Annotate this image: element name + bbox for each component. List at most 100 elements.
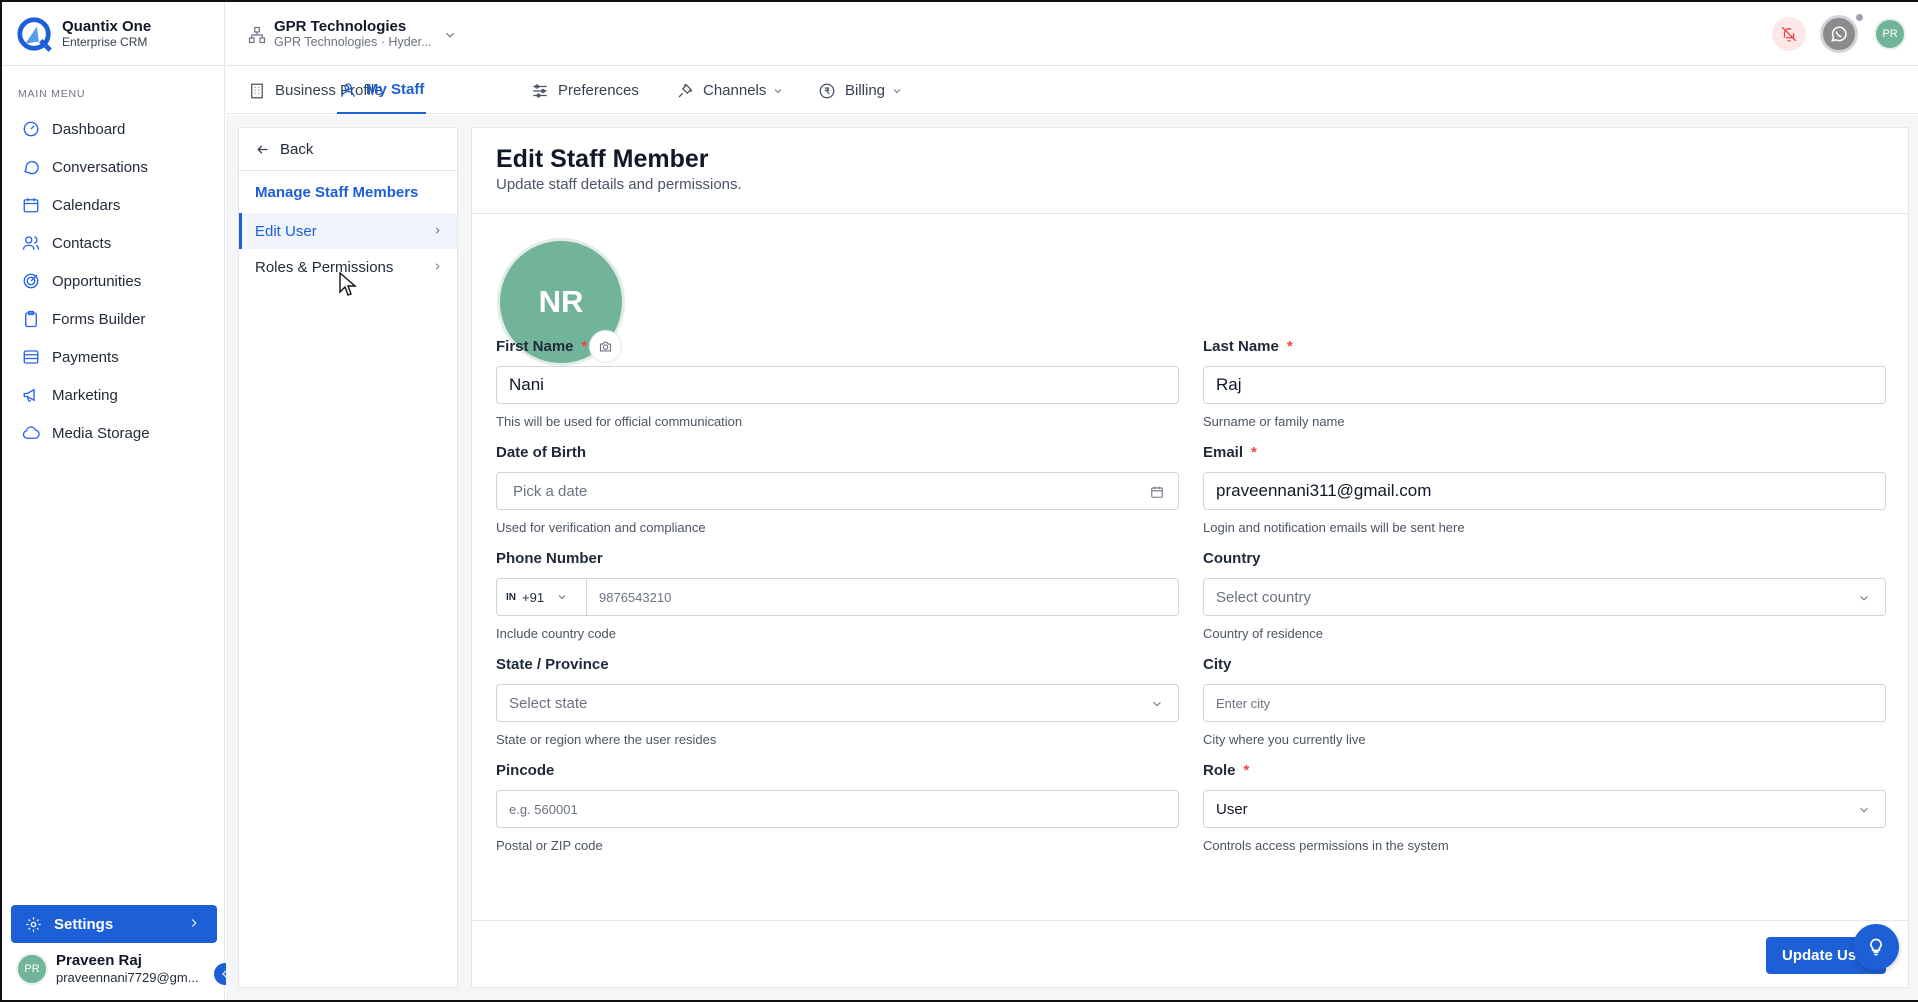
role-select[interactable]: User bbox=[1203, 790, 1886, 828]
calendar-icon bbox=[1151, 486, 1163, 498]
city-input[interactable]: Enter city bbox=[1203, 684, 1886, 722]
organization-switcher[interactable]: GPR Technologies GPR Technologies · Hyde… bbox=[248, 18, 457, 49]
tab-channels[interactable]: Channels bbox=[676, 67, 784, 114]
pincode-input[interactable]: e.g. 560001 bbox=[496, 790, 1179, 828]
org-subtitle: GPR Technologies · Hyder... bbox=[274, 35, 432, 49]
label-text: Role bbox=[1203, 762, 1236, 779]
sidebar-item-media-storage[interactable]: Media Storage bbox=[2, 414, 224, 452]
country-flag: IN bbox=[506, 591, 516, 603]
submenu-item-edit-user[interactable]: Edit User bbox=[239, 213, 457, 249]
country-label: Country bbox=[1203, 550, 1261, 567]
users-icon bbox=[22, 236, 40, 250]
select-placeholder: Select state bbox=[509, 694, 588, 712]
dob-label: Date of Birth bbox=[496, 444, 586, 461]
sidebar-item-contacts[interactable]: Contacts bbox=[2, 224, 224, 262]
input-value: Raj bbox=[1216, 375, 1242, 394]
whatsapp-button[interactable] bbox=[1820, 15, 1858, 53]
tab-label: My Staff bbox=[366, 81, 425, 98]
dob-picker[interactable]: Pick a date bbox=[496, 472, 1179, 510]
megaphone-icon bbox=[23, 388, 35, 402]
tab-billing[interactable]: Billing bbox=[818, 67, 903, 114]
chevron-down-icon bbox=[558, 595, 566, 600]
edit-staff-card: Edit Staff Member Update staff details a… bbox=[471, 127, 1909, 988]
phone-input-group: IN +91 9876543210 bbox=[496, 578, 1179, 616]
last-name-field: Last Name * Raj Surname or family name bbox=[1203, 338, 1886, 429]
sidebar-item-marketing[interactable]: Marketing bbox=[2, 376, 224, 414]
plug-icon bbox=[678, 83, 693, 97]
sidebar-item-opportunities[interactable]: Opportunities bbox=[2, 262, 224, 300]
input-placeholder: Enter city bbox=[1216, 695, 1271, 711]
email-input[interactable]: praveennani311@gmail.com bbox=[1203, 472, 1886, 510]
back-label: Back bbox=[280, 140, 314, 158]
sidebar-item-payments[interactable]: Payments bbox=[2, 338, 224, 376]
sidebar-item-label: Forms Builder bbox=[52, 310, 146, 328]
submenu-label: Edit User bbox=[255, 222, 317, 240]
org-name: GPR Technologies bbox=[274, 18, 407, 35]
state-help: State or region where the user resides bbox=[496, 732, 717, 747]
sidebar-item-label: Opportunities bbox=[52, 272, 142, 290]
email-label: Email * bbox=[1203, 444, 1886, 466]
input-value: Nani bbox=[509, 375, 544, 394]
label-text: Email bbox=[1203, 444, 1244, 461]
state-select[interactable]: Select state bbox=[496, 684, 1179, 722]
select-placeholder: Select country bbox=[1216, 588, 1312, 606]
top-bar: GPR Technologies GPR Technologies · Hyde… bbox=[226, 2, 1918, 66]
sidebar-item-label: Marketing bbox=[52, 386, 118, 404]
city-field: City Enter city City where you currently… bbox=[1203, 656, 1886, 747]
profile-avatar[interactable]: PR bbox=[1874, 18, 1906, 50]
last-name-input[interactable]: Raj bbox=[1203, 366, 1886, 404]
country-help: Country of residence bbox=[1203, 626, 1323, 641]
role-label: Role * bbox=[1203, 762, 1886, 784]
user-email: praveennani7729@gm... bbox=[56, 970, 199, 985]
phone-help: Include country code bbox=[496, 626, 616, 641]
help-tips-button[interactable] bbox=[1853, 924, 1899, 970]
state-label: State / Province bbox=[496, 656, 609, 673]
sidebar: Quantix One Enterprise CRM MAIN MENU Das… bbox=[2, 2, 225, 1000]
chat-bubble-icon bbox=[24, 160, 39, 175]
brand[interactable]: Quantix One Enterprise CRM bbox=[2, 2, 224, 66]
chevron-down-icon bbox=[1860, 807, 1868, 813]
sidebar-item-label: Media Storage bbox=[52, 424, 150, 442]
page-title: Edit Staff Member bbox=[496, 145, 709, 173]
last-name-label: Last Name * bbox=[1203, 338, 1886, 360]
avatar: PR bbox=[16, 952, 48, 985]
manage-staff-heading[interactable]: Manage Staff Members bbox=[239, 171, 457, 213]
sliders-icon bbox=[533, 83, 547, 98]
sidebar-item-conversations[interactable]: Conversations bbox=[2, 148, 224, 186]
whatsapp-icon bbox=[1831, 26, 1847, 42]
sidebar-item-calendars[interactable]: Calendars bbox=[2, 186, 224, 224]
phone-field: Phone Number IN +91 9876543210 Include c… bbox=[496, 550, 1179, 641]
country-select[interactable]: Select country bbox=[1203, 578, 1886, 616]
required-mark: * bbox=[1286, 338, 1293, 355]
sidebar-item-settings[interactable]: Settings bbox=[11, 905, 217, 943]
brand-name: Quantix One bbox=[62, 18, 152, 35]
chevron-right-icon bbox=[435, 227, 440, 234]
role-help: Controls access permissions in the syste… bbox=[1203, 838, 1449, 853]
country-field: Country Select country Country of reside… bbox=[1203, 550, 1886, 641]
chevron-right-icon bbox=[435, 263, 440, 270]
main-menu-heading: MAIN MENU bbox=[18, 88, 86, 100]
page-subtitle: Update staff details and permissions. bbox=[496, 176, 742, 193]
rupee-icon bbox=[819, 83, 835, 98]
tab-preferences[interactable]: Preferences bbox=[531, 67, 639, 114]
sidebar-item-forms-builder[interactable]: Forms Builder bbox=[2, 300, 224, 338]
chevron-down-icon bbox=[893, 88, 901, 93]
notifications-muted-button[interactable] bbox=[1772, 17, 1806, 51]
back-button[interactable]: Back bbox=[239, 128, 457, 171]
country-code-select[interactable]: IN +91 bbox=[497, 579, 587, 615]
last-name-help: Surname or family name bbox=[1203, 414, 1345, 429]
phone-number-input[interactable]: 9876543210 bbox=[587, 590, 671, 605]
first-name-input[interactable]: Nani bbox=[496, 366, 1179, 404]
gear-icon bbox=[26, 916, 41, 932]
sidebar-item-dashboard[interactable]: Dashboard bbox=[2, 110, 224, 148]
chevron-down-icon bbox=[775, 88, 782, 93]
current-user[interactable]: PR Praveen Raj praveennani7729@gm... bbox=[16, 952, 199, 985]
city-label: City bbox=[1203, 656, 1232, 673]
tab-my-staff[interactable]: My Staff bbox=[337, 67, 427, 114]
submenu-label: Roles & Permissions bbox=[255, 258, 394, 276]
settings-label: Settings bbox=[54, 915, 114, 933]
required-mark: * bbox=[1243, 762, 1250, 779]
sidebar-item-label: Payments bbox=[52, 348, 119, 366]
city-help: City where you currently live bbox=[1203, 732, 1366, 747]
sidebar-item-label: Conversations bbox=[52, 158, 148, 176]
